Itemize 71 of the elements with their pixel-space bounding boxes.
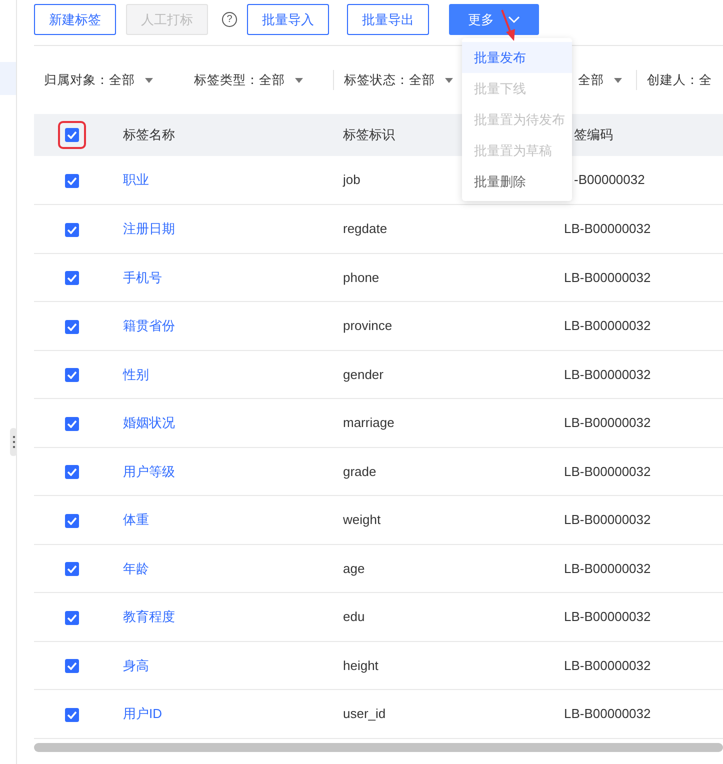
filter-dropdown[interactable]: 归属对象：全部	[44, 70, 194, 90]
toolbar-button[interactable]: 批量导出	[347, 4, 429, 35]
checkbox[interactable]	[65, 562, 79, 576]
checkbox[interactable]	[65, 174, 79, 188]
table-cell: LB-B00000032	[564, 415, 651, 430]
table-cell: age	[343, 560, 365, 576]
table-cell: LB-B00000032	[564, 512, 651, 527]
table-cell: user_id	[343, 706, 386, 721]
checkbox[interactable]	[65, 368, 79, 382]
drag-handle[interactable]	[10, 428, 17, 456]
table-cell: LB-B00000032	[564, 658, 651, 672]
tag-name-link[interactable]: 体重	[123, 512, 149, 527]
table-cell: job	[343, 172, 360, 188]
checkbox[interactable]	[65, 128, 79, 142]
filter-dropdown[interactable]: 标签状态：全部	[344, 70, 464, 90]
toolbar-button: 人工打标	[126, 4, 208, 35]
table-cell: LB-B00000032	[564, 318, 651, 333]
chevron-icon	[508, 16, 520, 24]
menu-item[interactable]: 批量发布	[462, 42, 572, 73]
column-header: 签编码	[573, 127, 613, 142]
menu-item[interactable]: 批量删除	[462, 166, 572, 197]
table-cell: grade	[343, 464, 376, 478]
table-cell: LB-B00000032	[564, 221, 651, 236]
table-cell: marriage	[343, 415, 394, 430]
tag-name-link[interactable]: 用户等级	[123, 464, 175, 478]
tag-name-link[interactable]: 身高	[123, 658, 149, 672]
table-cell: height	[343, 658, 378, 672]
checkbox[interactable]	[65, 610, 79, 625]
checkbox[interactable]	[65, 514, 79, 528]
checkbox[interactable]	[65, 222, 79, 237]
scrollbar[interactable]	[34, 743, 723, 752]
column-header: 标签标识	[343, 127, 395, 142]
table-cell: LB-B00000032	[564, 270, 651, 284]
menu-item: 批量置为草稿	[473, 142, 553, 160]
toolbar-button[interactable]: 新建标签	[34, 4, 116, 35]
table-cell: LB-B00000032	[564, 706, 651, 721]
tag-name-link[interactable]: 用户ID	[123, 706, 162, 721]
table-cell-text: -B00000032	[573, 172, 645, 188]
tag-name-link[interactable]: 职业	[123, 172, 149, 188]
menu-item: 批量下线	[473, 80, 527, 98]
checkbox[interactable]	[65, 320, 79, 334]
table-cell: LB-B00000032	[564, 560, 651, 576]
toolbar-button[interactable]: 批量导入	[247, 4, 329, 35]
table-cell: weight	[343, 512, 381, 527]
filter-dropdown[interactable]: 全部	[578, 70, 636, 90]
table-cell: province	[343, 318, 392, 333]
table-cell: phone	[343, 270, 380, 284]
tag-name-link[interactable]: 年龄	[123, 560, 149, 576]
menu-item: 批量置为待发布	[473, 110, 566, 129]
table-cell: edu	[343, 609, 365, 624]
checkbox[interactable]	[65, 465, 79, 480]
filter-dropdown[interactable]: 创建人：全	[647, 70, 712, 90]
table-cell: LB-B00000032	[564, 366, 651, 382]
table-cell: gender	[343, 366, 384, 382]
tag-name-link[interactable]: 手机号	[123, 270, 162, 284]
tag-name-link[interactable]: 婚姻状况	[123, 415, 175, 430]
more-button[interactable]: 更多	[449, 4, 539, 35]
filter-dropdown[interactable]: 标签类型：全部	[194, 70, 333, 90]
tag-name-link[interactable]: 注册日期	[123, 221, 175, 236]
tag-name-link[interactable]: 籍贯省份	[123, 318, 175, 333]
checkbox[interactable]	[65, 659, 79, 674]
help-icon[interactable]: ?	[222, 12, 237, 27]
tag-name-link[interactable]: 性别	[123, 366, 149, 382]
tag-name-link[interactable]: 教育程度	[123, 609, 175, 624]
table-cell: LB-B00000032	[564, 464, 651, 478]
checkbox[interactable]	[65, 708, 79, 722]
table-cell: LB-B00000032	[564, 609, 651, 624]
checkbox[interactable]	[65, 416, 79, 431]
column-header: 标签名称	[123, 127, 175, 142]
checkbox[interactable]	[65, 271, 79, 286]
table-cell: regdate	[343, 221, 388, 236]
